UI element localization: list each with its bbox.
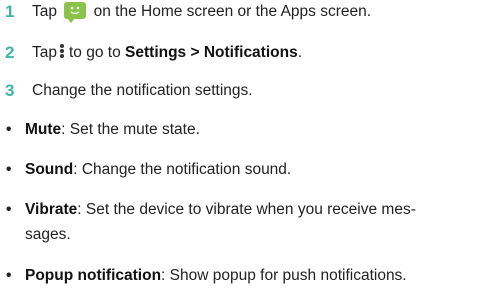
step-text: Tap to go to Settings > Notifications. (32, 43, 302, 63)
step-text: Change the notification settings. (32, 82, 253, 99)
bullet-term: Mute (25, 121, 62, 138)
bullet-desc-continued: sages. (25, 226, 71, 243)
bullet-symbol: • (6, 201, 12, 218)
bullet-text: Popup notification: Show popup for push … (25, 266, 407, 286)
messages-icon (64, 2, 87, 23)
step-text-post: . (297, 44, 303, 61)
bullet-symbol: • (6, 267, 12, 284)
bullet-text: Sound: Change the notification sound. (25, 160, 291, 180)
bullet-desc: : Set the mute state. (61, 121, 200, 138)
bullet-symbol: • (6, 161, 12, 178)
bullet-desc: : Show popup for push notifications. (161, 267, 407, 284)
bullet-symbol: • (6, 121, 12, 138)
bullet-term: Vibrate (25, 201, 78, 218)
step-text-mid: to go to (69, 44, 121, 61)
step-number: 2 (5, 43, 15, 62)
step-number: 1 (5, 2, 15, 21)
step-text: Tap on the Home screen or the Apps scree… (32, 2, 372, 23)
step-number: 3 (5, 81, 15, 100)
more-options-icon (59, 43, 65, 59)
bullet-term: Popup notification (25, 267, 162, 284)
bullet-term: Sound (25, 161, 74, 178)
bullet-text: Mute: Set the mute state. (25, 120, 200, 140)
step-text-post: on the Home screen or the Apps screen. (93, 3, 372, 20)
step-text-pre: Tap (32, 3, 57, 20)
settings-path: Settings > Notifications (125, 44, 298, 61)
bullet-desc: : Change the notification sound. (73, 161, 292, 178)
step-text-pre: Tap (32, 44, 57, 61)
bullet-text: Vibrate: Set the device to vibrate when … (25, 200, 416, 220)
bullet-desc: : Set the device to vibrate when you rec… (77, 201, 416, 218)
